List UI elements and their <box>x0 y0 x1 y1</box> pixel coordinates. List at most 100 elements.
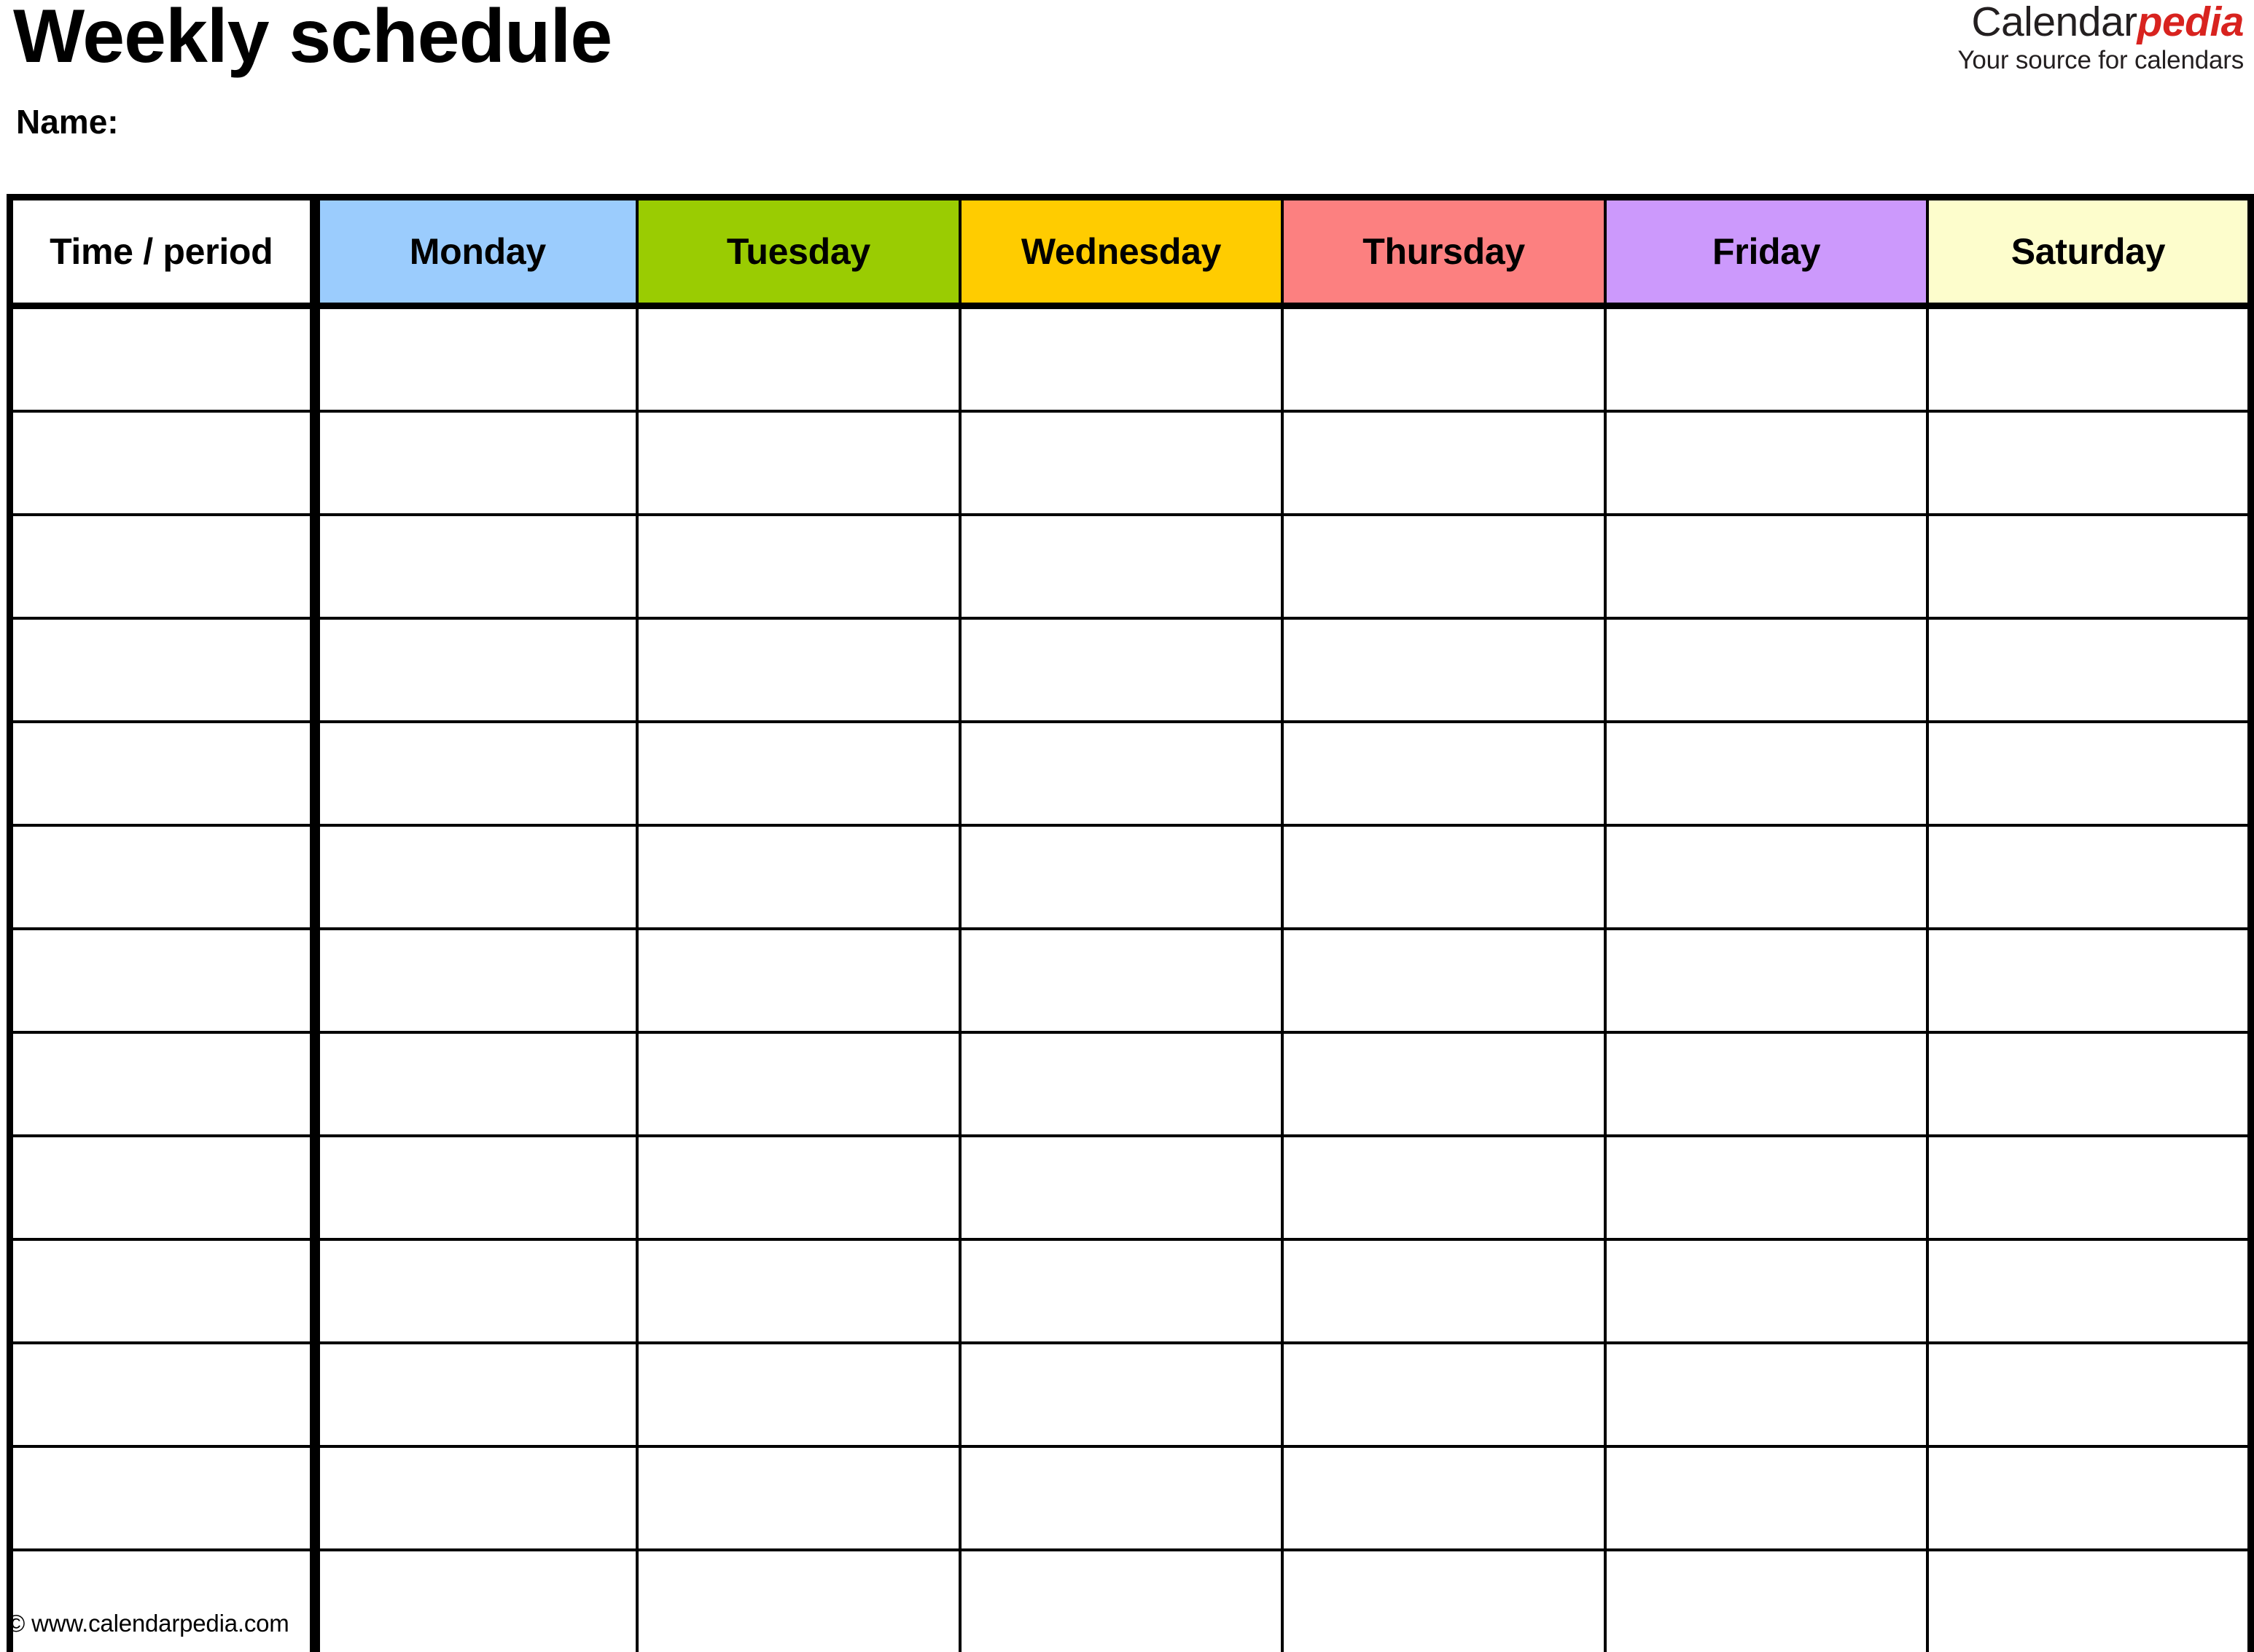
schedule-cell[interactable] <box>958 927 1284 1034</box>
schedule-cell[interactable] <box>313 513 639 620</box>
schedule-cell[interactable] <box>958 1238 1284 1344</box>
schedule-cell[interactable] <box>1281 1134 1607 1241</box>
schedule-cell[interactable] <box>313 1031 639 1137</box>
schedule-cell[interactable] <box>636 1548 962 1652</box>
schedule-cell[interactable] <box>313 617 639 723</box>
schedule-cell[interactable] <box>1603 1134 1930 1241</box>
schedule-cell[interactable] <box>958 1445 1284 1551</box>
time-period-cell[interactable] <box>8 1445 320 1551</box>
schedule-cell[interactable] <box>1281 617 1607 723</box>
schedule-cell[interactable] <box>1926 1548 2253 1652</box>
schedule-cell[interactable] <box>1603 513 1930 620</box>
schedule-table-head: Time / period Monday Tuesday Wednesday Thurs… <box>8 195 2253 309</box>
schedule-cell[interactable] <box>313 1445 639 1551</box>
time-period-cell[interactable] <box>8 1341 320 1448</box>
schedule-cell[interactable] <box>636 1134 962 1241</box>
time-period-cell[interactable] <box>8 410 320 516</box>
time-period-cell[interactable] <box>8 617 320 723</box>
time-period-cell[interactable] <box>8 1134 320 1241</box>
table-row <box>8 410 2253 516</box>
schedule-cell[interactable] <box>636 720 962 827</box>
schedule-cell[interactable] <box>313 1238 639 1344</box>
schedule-cell[interactable] <box>958 1134 1284 1241</box>
schedule-cell[interactable] <box>636 617 962 723</box>
schedule-cell[interactable] <box>958 617 1284 723</box>
schedule-cell[interactable] <box>1281 1238 1607 1344</box>
schedule-cell[interactable] <box>1926 1445 2253 1551</box>
table-row <box>8 1134 2253 1241</box>
schedule-cell[interactable] <box>313 824 639 930</box>
table-row <box>8 1031 2253 1137</box>
schedule-cell[interactable] <box>1926 410 2253 516</box>
schedule-cell[interactable] <box>958 1548 1284 1652</box>
schedule-cell[interactable] <box>1281 1548 1607 1652</box>
schedule-cell[interactable] <box>958 824 1284 930</box>
schedule-cell[interactable] <box>1281 410 1607 516</box>
schedule-cell[interactable] <box>313 1548 639 1652</box>
schedule-cell[interactable] <box>1926 304 2253 413</box>
schedule-cell[interactable] <box>1926 720 2253 827</box>
schedule-cell[interactable] <box>1603 1341 1930 1448</box>
schedule-cell[interactable] <box>313 304 639 413</box>
time-period-cell[interactable] <box>8 1031 320 1137</box>
schedule-cell[interactable] <box>958 513 1284 620</box>
schedule-cell[interactable] <box>313 1134 639 1241</box>
schedule-cell[interactable] <box>1926 1341 2253 1448</box>
schedule-cell[interactable] <box>636 1341 962 1448</box>
schedule-cell[interactable] <box>1926 1031 2253 1137</box>
schedule-cell[interactable] <box>1603 824 1930 930</box>
schedule-cell[interactable] <box>313 927 639 1034</box>
table-row <box>8 720 2253 827</box>
time-period-cell[interactable] <box>8 1238 320 1344</box>
schedule-cell[interactable] <box>1603 617 1930 723</box>
schedule-cell[interactable] <box>958 304 1284 413</box>
schedule-cell[interactable] <box>1603 720 1930 827</box>
schedule-cell[interactable] <box>1603 1238 1930 1344</box>
schedule-cell[interactable] <box>1926 927 2253 1034</box>
time-period-cell[interactable] <box>8 304 320 413</box>
schedule-cell[interactable] <box>636 1031 962 1137</box>
schedule-cell[interactable] <box>958 410 1284 516</box>
schedule-cell[interactable] <box>1281 1341 1607 1448</box>
schedule-cell[interactable] <box>1281 824 1607 930</box>
schedule-cell[interactable] <box>636 1445 962 1551</box>
schedule-cell[interactable] <box>1603 304 1930 413</box>
schedule-cell[interactable] <box>1603 927 1930 1034</box>
time-period-cell[interactable] <box>8 824 320 930</box>
schedule-cell[interactable] <box>1926 824 2253 930</box>
time-period-cell[interactable] <box>8 720 320 827</box>
schedule-cell[interactable] <box>1603 1548 1930 1652</box>
schedule-cell[interactable] <box>1281 1031 1607 1137</box>
time-period-cell[interactable] <box>8 513 320 620</box>
schedule-cell[interactable] <box>958 1031 1284 1137</box>
schedule-cell[interactable] <box>313 720 639 827</box>
schedule-cell[interactable] <box>1926 1134 2253 1241</box>
schedule-cell[interactable] <box>313 1341 639 1448</box>
brand-word-calendar: Calendar <box>1971 0 2137 45</box>
schedule-cell[interactable] <box>1281 1445 1607 1551</box>
schedule-cell[interactable] <box>636 513 962 620</box>
schedule-cell[interactable] <box>636 410 962 516</box>
schedule-cell[interactable] <box>1281 720 1607 827</box>
schedule-cell[interactable] <box>1603 1445 1930 1551</box>
column-header-friday: Friday <box>1603 195 1930 309</box>
schedule-cell[interactable] <box>1281 513 1607 620</box>
schedule-cell[interactable] <box>636 304 962 413</box>
schedule-cell[interactable] <box>636 824 962 930</box>
time-period-cell[interactable] <box>8 927 320 1034</box>
schedule-cell[interactable] <box>958 1341 1284 1448</box>
schedule-cell[interactable] <box>1603 410 1930 516</box>
schedule-cell[interactable] <box>636 927 962 1034</box>
schedule-cell[interactable] <box>1926 617 2253 723</box>
schedule-cell[interactable] <box>1281 304 1607 413</box>
schedule-cell[interactable] <box>313 410 639 516</box>
table-row <box>8 1238 2253 1344</box>
schedule-cell[interactable] <box>1281 927 1607 1034</box>
schedule-cell[interactable] <box>1603 1031 1930 1137</box>
brand-wordmark: Calendarpedia <box>1957 1 2244 43</box>
schedule-cell[interactable] <box>1926 513 2253 620</box>
schedule-cell[interactable] <box>1926 1238 2253 1344</box>
schedule-cell[interactable] <box>958 720 1284 827</box>
schedule-header-row: Time / period Monday Tuesday Wednesday Thurs… <box>8 195 2253 309</box>
schedule-cell[interactable] <box>636 1238 962 1344</box>
